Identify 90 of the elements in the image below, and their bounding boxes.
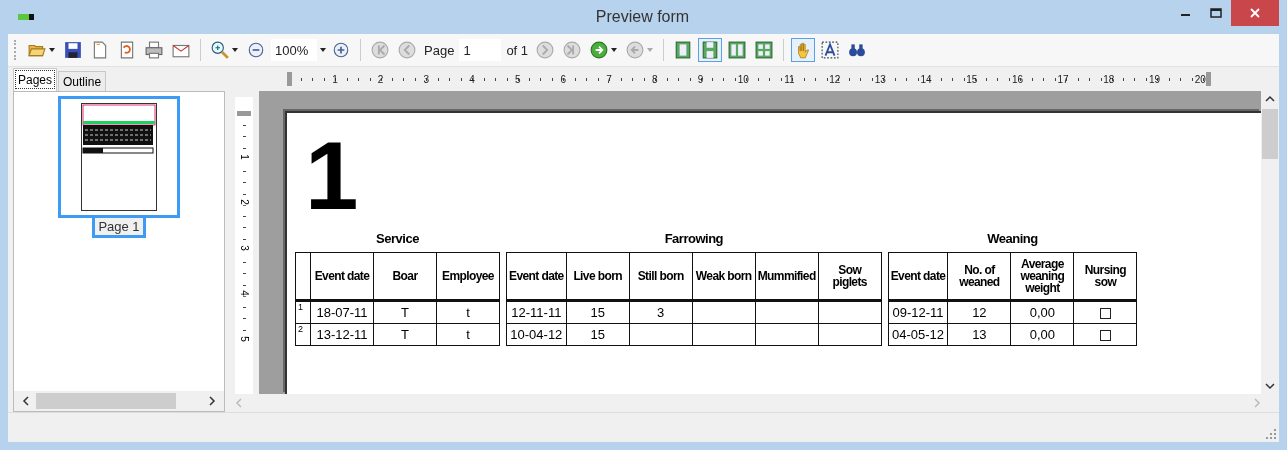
table-cell: t [436, 323, 500, 346]
column-header: Sow piglets [818, 252, 882, 301]
close-button[interactable] [1231, 0, 1279, 26]
column-header: Weak born [692, 252, 756, 301]
table-cell [755, 323, 819, 346]
zoom-icon [211, 41, 229, 59]
column-header: Event date [888, 252, 948, 301]
table-cell [629, 323, 693, 346]
print-icon [145, 41, 163, 59]
column-header: Still born [629, 252, 693, 301]
maximize-icon [1210, 8, 1222, 18]
panel-tab[interactable]: Outline [58, 71, 107, 91]
horizontal-ruler: 1 2 3 4 5 6 7 8 9 10 11 12 13 14 15 16 17 18 19 20 [225, 67, 1279, 91]
table-cell: 12-11-11 [506, 300, 567, 324]
column-header: Live born [566, 252, 630, 301]
table-cell [818, 300, 882, 324]
table-cell: 10-04-12 [506, 323, 567, 346]
column-header: No. of weaned [947, 252, 1011, 301]
column-header: Mummified [755, 252, 819, 301]
page-label[interactable]: Page 1 [92, 218, 146, 238]
section-title: Farrowing [664, 231, 723, 246]
table-cell: 12 [947, 300, 1011, 324]
find-icon [848, 41, 867, 59]
toolbar-label: of 1 [505, 42, 530, 58]
scroll-left-icon[interactable] [22, 396, 30, 406]
scrollbar-thumb[interactable] [36, 393, 176, 409]
print-button[interactable] [142, 38, 166, 62]
table-cell [818, 323, 882, 346]
panel-tab[interactable]: Pages [13, 68, 58, 91]
app-icon [18, 14, 34, 20]
scroll-down-icon[interactable] [1265, 382, 1275, 390]
table-cell: T [373, 300, 437, 324]
column-header: Event date [310, 252, 374, 301]
zoom-out-icon [247, 41, 265, 59]
table-cell: 15 [566, 323, 630, 346]
next-icon [536, 41, 555, 59]
two-pages-icon [728, 41, 747, 59]
section-title: Service [376, 231, 419, 246]
close-icon [1250, 8, 1260, 18]
table-cell: 1 [295, 300, 311, 324]
table-cell [692, 300, 756, 324]
vertical-ruler: 1 2 3 4 5 [235, 97, 253, 394]
table-cell: 3 [629, 300, 693, 324]
table-cell [692, 323, 756, 346]
first-icon [371, 41, 389, 59]
forward-icon [590, 41, 609, 59]
scroll-right-icon[interactable] [208, 396, 216, 406]
table-cell: 0,00 [1010, 323, 1074, 346]
save-icon [64, 41, 82, 59]
checkbox[interactable] [1099, 308, 1111, 320]
column-header [295, 252, 311, 301]
last-icon [563, 41, 582, 59]
reload-icon [118, 41, 136, 59]
table-cell: 13 [947, 323, 1011, 346]
zoom-field[interactable]: 100% [271, 39, 317, 61]
scroll-up-icon[interactable] [1265, 95, 1275, 103]
page-number-field[interactable]: 1 [459, 39, 502, 61]
one-page-icon [674, 41, 693, 59]
page-icon [91, 41, 109, 59]
continuous-icon [701, 41, 720, 59]
zoom-in-icon [332, 41, 350, 59]
resize-grip-icon[interactable] [1266, 429, 1276, 439]
column-header: Event date [506, 252, 567, 301]
column-header: Boar [373, 252, 437, 301]
table-cell [755, 300, 819, 324]
prev-icon [398, 41, 416, 59]
table-cell: 04-05-12 [888, 323, 948, 346]
table-cell: 15 [566, 300, 630, 324]
scrollbar-thumb[interactable] [1262, 109, 1278, 159]
table-cell: 18-07-11 [310, 300, 374, 324]
table-cell: 09-12-11 [888, 300, 948, 324]
table-cell: T [373, 323, 437, 346]
column-header: Employee [436, 252, 500, 301]
multi-page-icon [755, 41, 774, 59]
window-title: Preview form [594, 8, 691, 26]
caret-icon[interactable] [320, 48, 326, 52]
back-icon [626, 41, 645, 59]
section-title: Weaning [987, 231, 1038, 246]
continuous-button[interactable] [698, 38, 723, 62]
toolbar-label: Page [423, 42, 456, 58]
page-thumbnail[interactable] [58, 96, 180, 218]
table-cell: t [436, 300, 500, 324]
page-number: 1 [304, 131, 360, 227]
table-cell: 13-12-11 [310, 323, 374, 346]
column-header: Nursing sow [1073, 252, 1137, 301]
text-select-icon [821, 41, 840, 59]
table-cell: 0,00 [1010, 300, 1074, 324]
column-header: Average weaning weight [1010, 252, 1074, 301]
table-cell: 2 [295, 323, 311, 346]
checkbox[interactable] [1099, 330, 1111, 342]
